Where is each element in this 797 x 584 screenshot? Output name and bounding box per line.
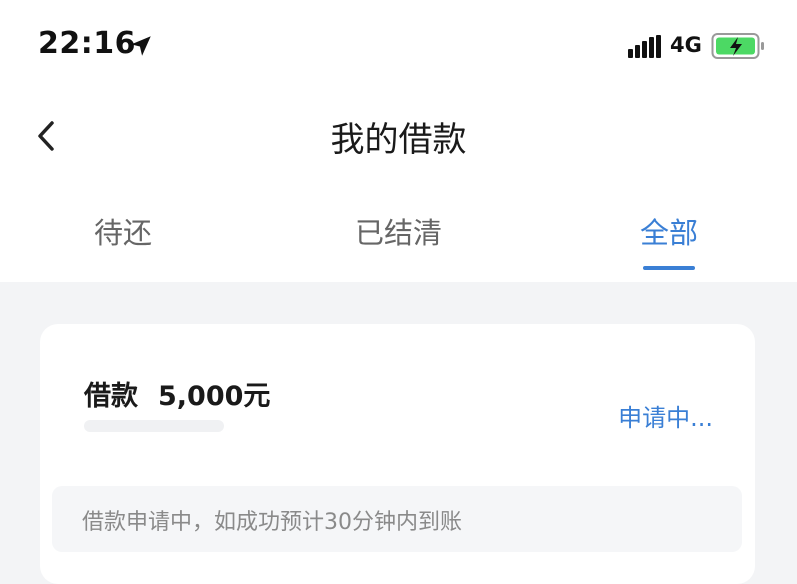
battery-charging-icon <box>711 33 764 59</box>
loan-notice-box: 借款申请中，如成功预计30分钟内到账 <box>52 486 742 552</box>
status-time: 22:16 <box>38 26 136 61</box>
loan-amount: 5,000元 <box>158 381 271 412</box>
location-arrow-icon <box>131 36 151 56</box>
tab-all[interactable]: 全部 <box>640 210 698 252</box>
active-tab-indicator <box>643 266 695 270</box>
loan-card[interactable]: 借款 5,000元 申请中... 借款申请中，如成功预计30分钟内到账 <box>40 324 755 584</box>
blurred-info <box>84 420 224 432</box>
network-type: 4G <box>670 33 702 57</box>
page-title: 我的借款 <box>330 120 467 160</box>
loan-notice-text: 借款申请中，如成功预计30分钟内到账 <box>82 510 462 535</box>
loan-label: 借款 <box>84 381 138 412</box>
header-area: 22:16 4G 我的借款 待还 已结清 全部 <box>0 0 797 282</box>
signal-icon <box>628 35 661 58</box>
loan-status: 申请中... <box>618 404 713 432</box>
tab-pending[interactable]: 待还 <box>94 210 152 252</box>
tab-settled[interactable]: 已结清 <box>355 210 442 252</box>
